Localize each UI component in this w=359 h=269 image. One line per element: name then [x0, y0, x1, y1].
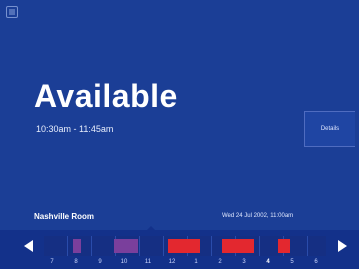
booking-block[interactable] — [73, 239, 81, 253]
availability-status: Available — [34, 78, 178, 114]
status-indicator-icon — [6, 6, 18, 18]
timeline-slot[interactable] — [44, 236, 68, 256]
room-name: Nashville Room — [34, 212, 95, 221]
details-button[interactable]: Details — [304, 111, 355, 147]
hour-label-current: 4 — [266, 259, 270, 265]
timeline-slot[interactable] — [308, 236, 326, 256]
hour-label: 7 — [50, 259, 54, 265]
hour-label: 1 — [194, 259, 198, 265]
hour-label: 6 — [314, 259, 318, 265]
booking-block[interactable] — [222, 239, 254, 253]
hour-label: 8 — [74, 259, 78, 265]
hour-label: 10 — [120, 259, 128, 265]
hour-label: 2 — [218, 259, 222, 265]
hour-label: 5 — [290, 259, 294, 265]
booking-block[interactable] — [114, 239, 138, 253]
timeline-slot[interactable] — [140, 236, 164, 256]
booking-block[interactable] — [278, 239, 290, 253]
room-status-screen: Available 10:30am - 11:45am Details Nash… — [0, 0, 359, 269]
hour-label: 3 — [242, 259, 246, 265]
timeline-slot[interactable] — [92, 236, 116, 256]
hour-label: 11 — [144, 259, 152, 265]
time-range: 10:30am - 11:45am — [36, 124, 114, 134]
arrow-right-icon[interactable] — [338, 240, 347, 252]
hour-label: 12 — [168, 259, 176, 265]
current-datetime: Wed 24 Jul 2002, 11:00am — [222, 213, 294, 219]
timeline-track[interactable] — [44, 236, 326, 256]
booking-block[interactable] — [168, 239, 200, 253]
hour-label: 9 — [98, 259, 102, 265]
arrow-left-icon[interactable] — [24, 240, 33, 252]
